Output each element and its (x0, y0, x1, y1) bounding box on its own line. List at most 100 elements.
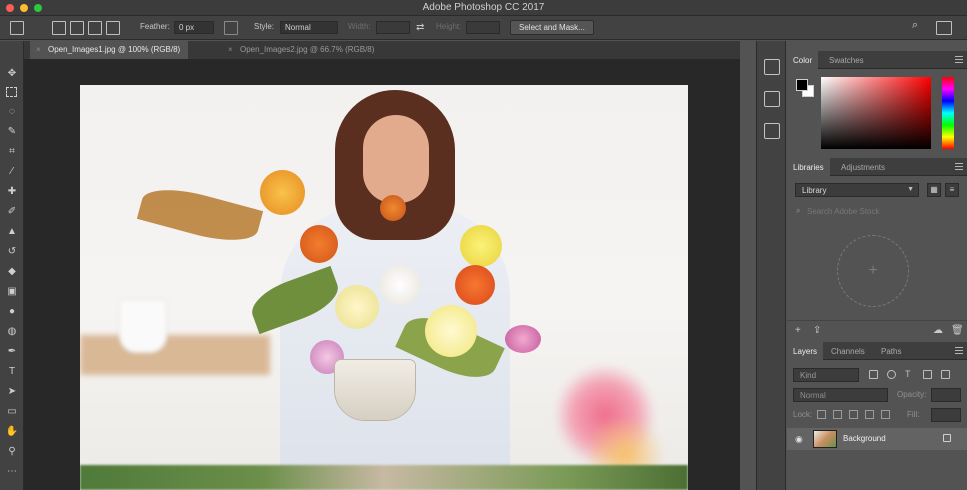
libraries-panel-tabs: Libraries Adjustments (787, 158, 967, 176)
lock-artboard-icon[interactable] (865, 410, 874, 419)
document-tab[interactable]: × Open_Images2.jpg @ 66.7% (RGB/8) (222, 41, 382, 59)
panel-menu-icon[interactable] (955, 56, 963, 63)
history-brush-tool-icon[interactable]: ↺ (5, 245, 19, 259)
swap-dimensions-icon[interactable]: ⇄ (416, 22, 424, 38)
lock-all-icon[interactable] (881, 410, 890, 419)
panel-menu-icon[interactable] (955, 163, 963, 170)
smart-object-filter-icon[interactable] (941, 370, 950, 379)
tab-paths[interactable]: Paths (875, 342, 907, 360)
intersect-selection-icon[interactable] (106, 21, 120, 35)
tab-adjustments[interactable]: Adjustments (835, 158, 891, 176)
move-tool-icon[interactable]: ✥ (5, 67, 19, 81)
more-tools-icon[interactable]: ⋯ (5, 465, 19, 479)
brush-tool-icon[interactable]: ✐ (5, 205, 19, 219)
dodge-tool-icon[interactable]: ◍ (5, 325, 19, 339)
eyedropper-tool-icon[interactable]: ⁄ (5, 165, 19, 179)
tab-libraries[interactable]: Libraries (787, 158, 830, 176)
lasso-tool-icon[interactable]: ◌ (5, 105, 19, 119)
lock-position-icon[interactable] (849, 410, 858, 419)
search-icon[interactable]: ⌕ (912, 19, 918, 35)
blur-tool-icon[interactable]: ● (5, 305, 19, 319)
add-element-icon[interactable]: + (795, 325, 801, 336)
panel-menu-icon[interactable] (955, 347, 963, 354)
lock-transparent-icon[interactable] (817, 410, 826, 419)
document-tab[interactable]: × Open_Images1.jpg @ 100% (RGB/8) (30, 41, 189, 59)
stock-search-input[interactable]: ⌕ Search Adobe Stock (795, 205, 957, 219)
pen-tool-icon[interactable]: ✒ (5, 345, 19, 359)
path-select-tool-icon[interactable]: ➤ (5, 385, 19, 399)
history-panel-icon[interactable] (764, 59, 780, 75)
options-bar: Feather: 0 px Style: Normal Width: ⇄ Hei… (0, 16, 967, 40)
layer-row[interactable]: ◉ Background (787, 428, 967, 450)
type-tool-icon[interactable]: T (5, 365, 19, 379)
layer-kind-filter[interactable]: Kind (793, 368, 859, 382)
hue-slider[interactable] (942, 77, 954, 149)
quick-select-tool-icon[interactable]: ✎ (5, 125, 19, 139)
adjustment-filter-icon[interactable] (887, 370, 896, 379)
upload-icon[interactable]: ⇪ (813, 325, 821, 336)
type-filter-icon[interactable]: T (905, 370, 914, 379)
layers-panel-tabs: Layers Channels Paths (787, 342, 967, 360)
width-input[interactable] (376, 21, 410, 34)
lock-label: Lock: (793, 410, 813, 419)
tab-channels[interactable]: Channels (825, 342, 871, 360)
paragraph-panel-icon[interactable] (764, 123, 780, 139)
pixel-filter-icon[interactable] (869, 370, 878, 379)
healing-tool-icon[interactable]: ✚ (5, 185, 19, 199)
width-label: Width: (348, 22, 371, 31)
tab-swatches[interactable]: Swatches (823, 51, 870, 69)
cloud-sync-icon[interactable]: ☁ (933, 325, 943, 336)
close-tab-icon[interactable]: × (36, 45, 41, 54)
image-flower (455, 265, 495, 305)
style-label: Style: (254, 22, 275, 31)
style-select[interactable]: Normal (280, 21, 338, 34)
image-flower (425, 305, 477, 357)
tab-color[interactable]: Color (787, 51, 819, 69)
foreground-color-swatch[interactable] (796, 79, 808, 91)
workspace-icon[interactable] (936, 21, 952, 35)
layer-kind-filter-value: Kind (800, 371, 817, 380)
tab-layers[interactable]: Layers (787, 342, 824, 360)
opacity-input[interactable] (931, 388, 961, 402)
anti-alias-icon[interactable] (224, 21, 238, 35)
crop-tool-icon[interactable]: ⌗ (5, 145, 19, 159)
hand-tool-icon[interactable]: ✋ (5, 425, 19, 439)
properties-panel-icon[interactable] (764, 91, 780, 107)
marquee-tool-icon[interactable] (6, 87, 17, 97)
library-select[interactable]: Library ▼ (795, 183, 919, 197)
fill-input[interactable] (931, 408, 961, 422)
tools-panel: ✥ ◌ ✎ ⌗ ⁄ ✚ ✐ ▲ ↺ ◆ ▣ ● ◍ ✒ T ➤ ▭ ✋ ⚲ ⋯ (0, 41, 24, 490)
layer-filter-row: Kind T (793, 368, 961, 382)
add-selection-icon[interactable] (70, 21, 84, 35)
eye-icon[interactable]: ◉ (795, 434, 803, 445)
layer-name[interactable]: Background (843, 434, 886, 443)
height-input[interactable] (466, 21, 500, 34)
shape-filter-icon[interactable] (923, 370, 932, 379)
lock-image-icon[interactable] (833, 410, 842, 419)
new-selection-icon[interactable] (52, 21, 66, 35)
rectangle-tool-icon[interactable]: ▭ (5, 405, 19, 419)
subtract-selection-icon[interactable] (88, 21, 102, 35)
title-bar: Adobe Photoshop CC 2017 (0, 0, 967, 16)
feather-input[interactable]: 0 px (174, 21, 214, 34)
color-picker-field[interactable] (821, 77, 931, 149)
grid-view-icon[interactable]: ▦ (927, 183, 941, 197)
add-content-drop-zone[interactable]: + (837, 235, 909, 307)
blend-mode-select[interactable]: Normal (793, 388, 888, 402)
zoom-tool-icon[interactable]: ⚲ (5, 445, 19, 459)
fill-label: Fill: (907, 410, 920, 419)
library-select-value: Library (802, 186, 827, 195)
list-view-icon[interactable]: ≡ (945, 183, 959, 197)
image-person-face (363, 115, 429, 203)
feather-label: Feather: (140, 22, 170, 31)
close-tab-icon[interactable]: × (228, 45, 233, 54)
marquee-preset-icon[interactable] (10, 21, 24, 35)
select-and-mask-button[interactable]: Select and Mask... (510, 20, 594, 35)
document-image[interactable] (80, 85, 688, 490)
panel-icon-strip (756, 41, 786, 490)
trash-icon[interactable]: 🗑 (951, 325, 964, 336)
gradient-tool-icon[interactable]: ▣ (5, 285, 19, 299)
eraser-tool-icon[interactable]: ◆ (5, 265, 19, 279)
stamp-tool-icon[interactable]: ▲ (5, 225, 19, 239)
stock-search-placeholder: Search Adobe Stock (807, 207, 880, 216)
